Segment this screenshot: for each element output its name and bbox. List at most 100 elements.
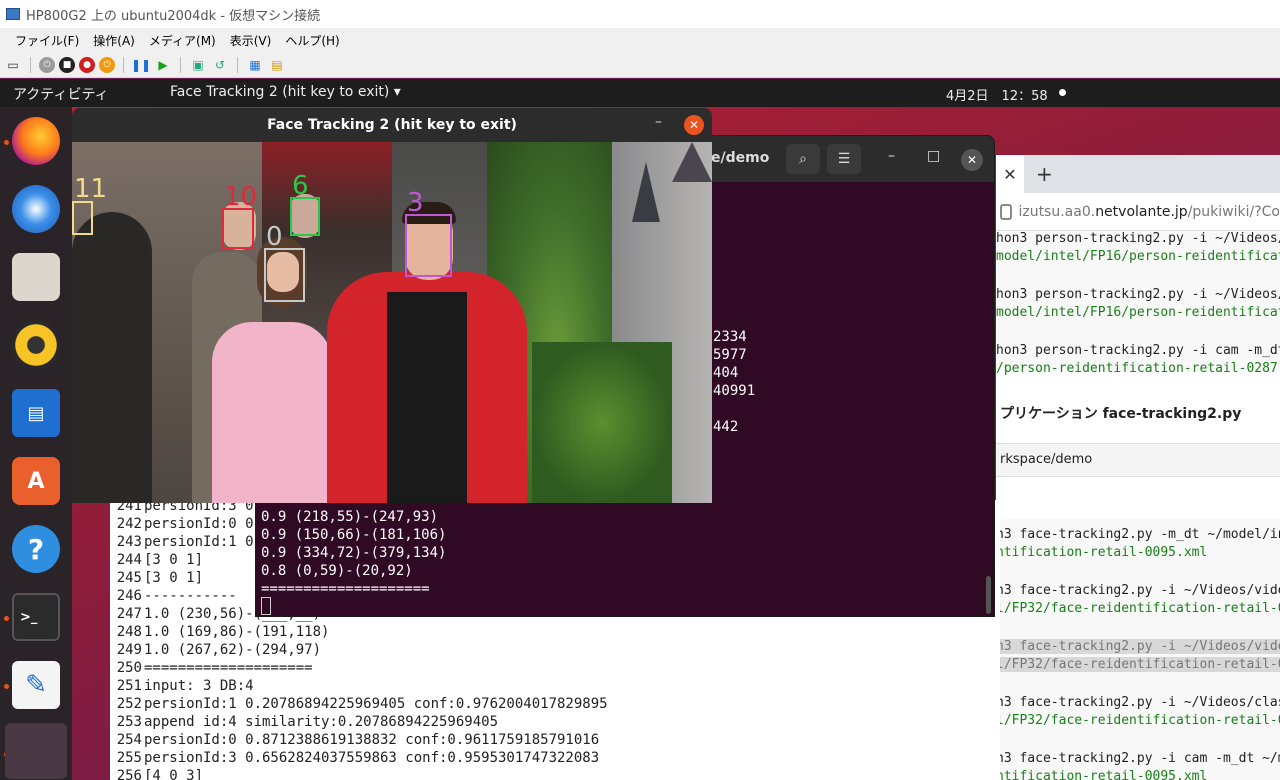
enhanced-session-icon[interactable]: ▦ [246, 56, 264, 74]
output-line: 250 ==================== [116, 660, 313, 676]
terminal-line: 0.9 (334,72)-(379,134) [261, 545, 447, 561]
window-title: Face Tracking 2 (hit key to exit) [267, 117, 517, 133]
code-block-2: n3 face-tracking2.py -m_dt ~/model/int n… [996, 519, 1280, 780]
face-label-6: 6 [292, 171, 309, 201]
section-heading: プリケーション face-tracking2.py [1000, 406, 1242, 422]
menu-media[interactable]: メディア(M) [142, 32, 223, 49]
terminal-path: e/demo [711, 150, 770, 166]
shutdown-icon[interactable]: ● [79, 56, 95, 73]
terminal-line: 0.8 (0,59)-(20,92) [261, 563, 413, 579]
url-suffix: /pukiwiki/?Co [1187, 203, 1280, 220]
text-editor-icon[interactable]: ✎ [12, 661, 60, 709]
output-line: 251 input: 3 DB:4 [116, 678, 254, 694]
power-icon[interactable]: ⏻ [99, 56, 115, 73]
code-line: n3 face-tracking2.py -i ~/Videos/video [996, 583, 1280, 598]
page-info-icon[interactable] [1000, 203, 1013, 220]
terminal-icon[interactable]: >_ [12, 593, 60, 641]
terminal-line: ==================== [261, 581, 430, 597]
start-icon[interactable]: ⏻ [39, 56, 55, 73]
face-label-3: 3 [407, 188, 424, 218]
code-line: n3 face-tracking2.py -m_dt ~/model/int [996, 527, 1280, 542]
maximize-icon[interactable]: □ [927, 148, 940, 164]
face-box-6 [290, 197, 320, 236]
host-toolbar: ▭ ⏻ ■ ● ⏻ ❚❚ ▶ ▣ ↺ ▦ ▤ [0, 52, 1280, 78]
resume-icon[interactable]: ▶ [154, 56, 172, 74]
tab-close-icon[interactable]: ✕ [996, 155, 1024, 193]
output-line: 256 [4 0 3] [116, 768, 204, 780]
close-icon[interactable]: ✕ [961, 149, 983, 171]
code-block-1: hon3 person-tracking2.py -i ~/Videos/vid… [996, 231, 1280, 376]
status-dot-icon[interactable] [1059, 89, 1066, 96]
writer-icon[interactable]: ▤ [12, 389, 60, 437]
checkpoint-icon[interactable]: ▣ [189, 56, 207, 74]
code-line: n3 face-tracking2.py -i ~/Videos/video [996, 639, 1280, 654]
url-prefix: izutsu.aa0. [1018, 203, 1096, 220]
output-line: 254 persionId:0 0.8712388619138832 conf:0… [116, 732, 600, 748]
minimize-icon[interactable]: – [655, 114, 662, 130]
code-line: model/intel/FP16/person-reidentification… [996, 249, 1280, 264]
code-line: model/intel/FP16/person-reidentification… [996, 305, 1280, 320]
dock: ▤ A ? >_ ✎ [0, 107, 72, 780]
code-line: hon3 person-tracking2.py -i ~/Videos/vid [996, 287, 1280, 302]
face-box-0 [264, 248, 305, 302]
code-line: ntification-retail-0095.xml [996, 545, 1208, 560]
firefox-icon[interactable] [12, 117, 60, 165]
code-line: l/FP32/face-reidentification-retail-00 [996, 713, 1280, 728]
app-menu[interactable]: Face Tracking 2 (hit key to exit) ▾ [170, 84, 401, 100]
code-line: hon3 person-tracking2.py -i cam -m_dt ~/ [996, 343, 1280, 358]
face-label-10: 10 [224, 182, 258, 212]
host-title-bar: HP800G2 上の ubuntu2004dk - 仮想マシン接続 [0, 0, 1280, 28]
monitor-icon [6, 8, 20, 20]
activities-button[interactable]: アクティビティ [13, 84, 109, 104]
files-icon[interactable] [12, 253, 60, 301]
terminal-fragment: 404 [713, 365, 739, 381]
ctrl-alt-del-icon[interactable]: ▭ [4, 56, 22, 74]
menu-action[interactable]: 操作(A) [86, 32, 142, 49]
output-line: 253 append id:4 similarity:0.207868942259… [116, 714, 499, 730]
terminal-line: 0.9 (218,55)-(247,93) [261, 509, 439, 525]
turnoff-icon[interactable]: ■ [59, 56, 75, 73]
terminal-fragment: 2334 [713, 329, 747, 345]
share-icon[interactable]: ▤ [268, 56, 286, 74]
code-line: n3 face-tracking2.py -i cam -m_dt ~/mo [996, 751, 1280, 766]
address-bar[interactable]: izutsu.aa0. netvolante.jp/pukiwiki/?Co [996, 193, 1280, 231]
terminal-fragment: 442 [713, 419, 739, 435]
software-icon[interactable]: A [12, 457, 60, 505]
ubuntu-top-bar: アクティビティ Face Tracking 2 (hit key to exit… [0, 79, 1280, 107]
search-icon[interactable]: ⌕ [786, 144, 820, 174]
browser-tabs: ✕ + [996, 155, 1280, 193]
revert-icon[interactable]: ↺ [211, 56, 229, 74]
clock[interactable]: 4月2日 12：58 [946, 85, 1048, 104]
thunderbird-icon[interactable] [12, 185, 60, 233]
code-line: n3 face-tracking2.py -i ~/Videos/class [996, 695, 1280, 710]
menu-file[interactable]: ファイル(F) [8, 32, 86, 49]
code-line: l/FP32/face-reidentification-retail-00 [996, 601, 1280, 616]
face-box-11 [72, 201, 93, 235]
terminal-cursor [261, 597, 271, 615]
face-box-10 [222, 208, 254, 249]
terminal-scrollbar[interactable] [986, 576, 991, 614]
new-tab-button[interactable]: + [1036, 162, 1053, 186]
terminal-fragment: 5977 [713, 347, 747, 363]
rhythmbox-icon[interactable] [12, 321, 60, 369]
host-title: HP800G2 上の ubuntu2004dk - 仮想マシン接続 [26, 8, 321, 24]
menu-view[interactable]: 表示(V) [223, 32, 279, 49]
menu-help[interactable]: ヘルプ(H) [278, 32, 346, 49]
show-apps-button[interactable] [5, 723, 67, 779]
close-icon[interactable]: ✕ [684, 115, 704, 135]
face-box-3 [405, 214, 452, 277]
code-line: l/FP32/face-reidentification-retail-00 [996, 657, 1280, 672]
help-icon[interactable]: ? [12, 525, 60, 573]
pause-icon[interactable]: ❚❚ [131, 56, 151, 74]
terminal-fragment: 40991 [713, 383, 756, 399]
output-line: 255 persionId:3 0.6562824037559863 conf:0… [116, 750, 600, 766]
url-domain: netvolante.jp [1095, 203, 1188, 220]
face-label-0: 0 [266, 222, 283, 252]
face-tracking-window: Face Tracking 2 (hit key to exit) – ✕ 11… [72, 108, 712, 503]
output-line: 252 persionId:1 0.20786894225969405 conf:… [116, 696, 608, 712]
video-frame: 11 10 6 0 3 [72, 142, 712, 503]
code-line: hon3 person-tracking2.py -i ~/Videos/vid [996, 231, 1280, 246]
minimize-icon[interactable]: – [888, 148, 895, 164]
hamburger-menu-icon[interactable]: ☰ [827, 144, 861, 174]
output-line: 249 1.0 (267,62)-(294,97) [116, 642, 322, 658]
